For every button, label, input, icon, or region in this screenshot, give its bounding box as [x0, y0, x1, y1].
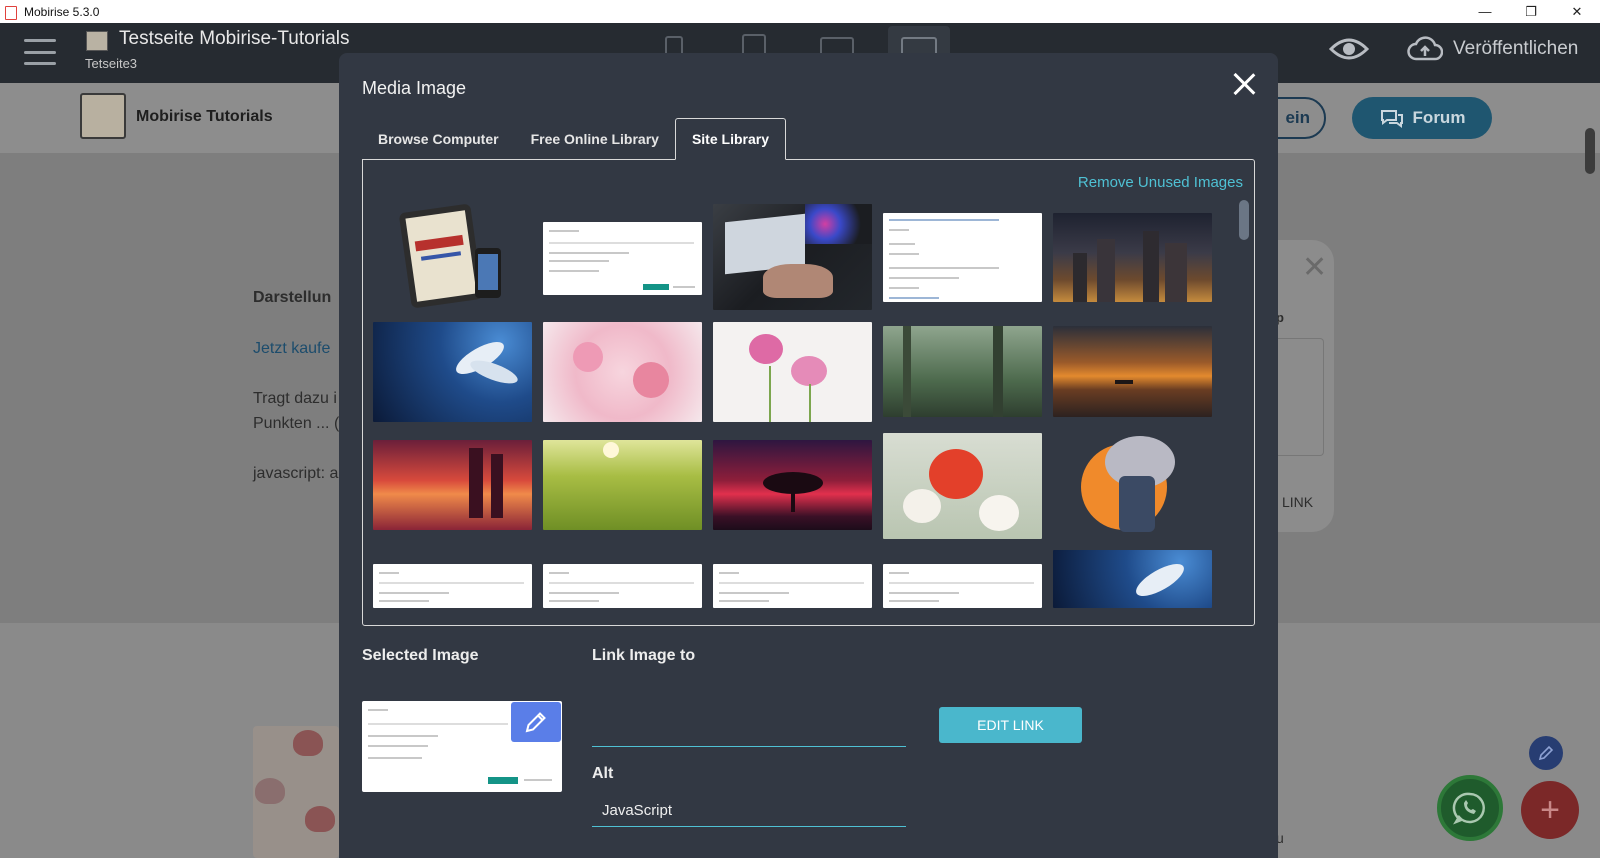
- window-titlebar: Mobirise 5.3.0 — ❐ ✕: [0, 0, 1600, 23]
- library-image-form-text[interactable]: [883, 213, 1042, 302]
- library-image-link-dialog-4[interactable]: [713, 564, 872, 608]
- whatsapp-icon: [1452, 792, 1485, 825]
- site-heading: Darstellun: [253, 289, 332, 306]
- site-brand-name: Mobirise Tutorials: [136, 108, 273, 125]
- library-image-city-skyline[interactable]: [1053, 213, 1212, 302]
- library-image-red-sunset-trees[interactable]: [373, 440, 532, 530]
- library-image-link-dialog-3[interactable]: [543, 564, 702, 608]
- library-image-cherry-blossom[interactable]: [543, 322, 702, 422]
- tab-free-online-library[interactable]: Free Online Library: [515, 118, 675, 160]
- media-image-dialog: Media Image Browse Computer Free Online …: [339, 53, 1278, 858]
- alt-label: Alt: [592, 765, 614, 782]
- alt-text-input[interactable]: JavaScript: [592, 795, 906, 827]
- cookie-image: [253, 726, 339, 858]
- library-image-link-dialog[interactable]: [543, 222, 702, 295]
- library-image-poppies[interactable]: [883, 433, 1042, 539]
- mobirise-app-icon: [4, 5, 18, 20]
- tab-site-library[interactable]: Site Library: [674, 118, 786, 160]
- tab-browse-computer[interactable]: Browse Computer: [362, 118, 515, 160]
- library-image-white-lily-2[interactable]: [1053, 550, 1212, 608]
- forum-button: Forum: [1352, 97, 1492, 139]
- library-image-link-dialog-5[interactable]: [883, 564, 1042, 608]
- add-block-button[interactable]: +: [1521, 781, 1579, 839]
- site-paragraph-line: Tragt dazu i: [253, 390, 337, 407]
- background-card-field: [1276, 338, 1324, 456]
- restore-button[interactable]: ❐: [1508, 0, 1554, 23]
- library-image-wheat-field[interactable]: [543, 440, 702, 530]
- library-image-laptop-typing[interactable]: [713, 204, 872, 310]
- site-logo: [80, 93, 126, 139]
- close-icon[interactable]: [1230, 70, 1258, 98]
- whatsapp-fab-button[interactable]: [1437, 775, 1503, 841]
- forum-chat-icon: [1380, 110, 1403, 128]
- remove-unused-images-link[interactable]: Remove Unused Images: [1078, 174, 1243, 191]
- pencil-icon: [525, 712, 546, 733]
- minimize-button[interactable]: —: [1462, 0, 1508, 23]
- forum-label: Forum: [1412, 108, 1466, 127]
- library-image-tutorials-cover[interactable]: [397, 204, 507, 310]
- site-paragraph-line: javascript: a: [253, 465, 339, 482]
- background-close-icon: ✕: [1302, 251, 1328, 284]
- edit-image-button[interactable]: [511, 702, 561, 742]
- site-library-grid: Remove Unused Images: [362, 159, 1255, 626]
- menu-icon[interactable]: [24, 39, 56, 65]
- site-paragraph-line: Punkten ... (: [253, 415, 340, 432]
- media-tabs: Browse Computer Free Online Library Site…: [362, 118, 786, 160]
- dialog-title: Media Image: [362, 78, 467, 98]
- close-window-button[interactable]: ✕: [1554, 0, 1600, 23]
- library-image-white-lily[interactable]: [373, 322, 532, 422]
- library-scrollbar[interactable]: [1239, 200, 1249, 240]
- edit-link-button[interactable]: EDIT LINK: [939, 707, 1082, 743]
- library-image-sunset-lake[interactable]: [1053, 326, 1212, 417]
- pencil-icon: [1538, 745, 1554, 761]
- page-scrollbar[interactable]: [1585, 128, 1595, 174]
- library-image-misty-forest[interactable]: [883, 326, 1042, 417]
- site-buy-link: Jetzt kaufe: [253, 340, 331, 357]
- library-image-tree-sunset[interactable]: [713, 440, 872, 530]
- background-card-link: LINK: [1282, 494, 1314, 510]
- edit-fab-button[interactable]: [1529, 736, 1563, 770]
- preview-eye-icon[interactable]: [1329, 37, 1369, 61]
- library-image-cosmos-flowers[interactable]: [713, 322, 872, 422]
- project-icon: [86, 31, 108, 51]
- link-url-input[interactable]: [592, 703, 906, 747]
- publish-button[interactable]: Veröffentlichen: [1407, 35, 1578, 63]
- cloud-upload-icon: [1407, 36, 1443, 61]
- publish-label: Veröffentlichen: [1453, 38, 1579, 59]
- library-image-link-dialog-2[interactable]: [373, 564, 532, 608]
- selected-image-heading: Selected Image: [362, 647, 479, 664]
- link-image-heading: Link Image to: [592, 647, 696, 664]
- library-image-elephant-mascot[interactable]: [1075, 436, 1191, 540]
- window-title: Mobirise 5.3.0: [24, 4, 100, 19]
- project-title[interactable]: Testseite Mobirise-Tutorials: [119, 28, 350, 50]
- page-name[interactable]: Tetseite3: [85, 56, 137, 71]
